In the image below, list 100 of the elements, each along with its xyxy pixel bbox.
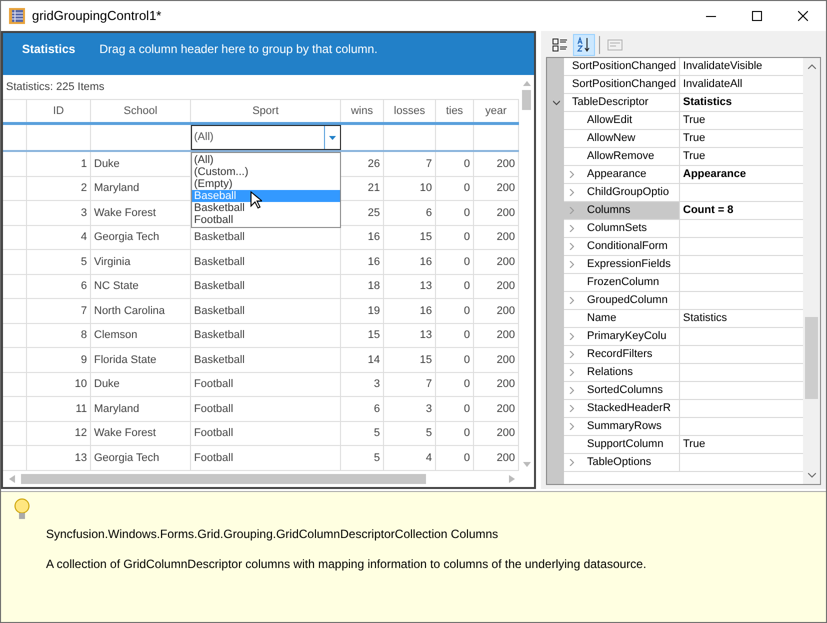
expand-chevron-icon[interactable]	[568, 207, 575, 214]
dropdown-arrow-icon	[329, 136, 336, 140]
scroll-thumb[interactable]	[21, 474, 426, 484]
table-cell-text: 16	[368, 254, 380, 270]
table-cell-text: 0	[464, 304, 470, 318]
table-cell-text: 3	[374, 377, 380, 392]
table-cell-text: 18	[368, 279, 380, 294]
expand-chevron-icon[interactable]	[568, 459, 575, 466]
table-cell-text: 0	[464, 279, 470, 294]
table-cell-text: 11	[76, 402, 87, 416]
property-value[interactable]: True	[683, 112, 706, 129]
property-value[interactable]: Count = 8	[683, 202, 734, 219]
expand-chevron-icon[interactable]	[568, 423, 575, 430]
property-name[interactable]: AllowNew	[564, 130, 680, 147]
filter-dropdown[interactable]: (All)	[191, 125, 341, 150]
property-name[interactable]: ExpressionFields	[564, 256, 680, 273]
table-cell-text: 13	[420, 328, 432, 343]
property-name[interactable]: AllowRemove	[564, 148, 680, 165]
table-cell-text: 0	[464, 206, 470, 220]
property-name[interactable]: ChildGroupOptio	[564, 184, 680, 201]
scroll-down-icon	[808, 473, 816, 478]
table-cell-text: 0	[464, 377, 470, 392]
collapse-chevron-icon[interactable]	[553, 99, 560, 106]
table-cell-text: 26	[368, 156, 380, 172]
table-cell-text: 6	[374, 402, 380, 416]
expand-chevron-icon[interactable]	[568, 243, 575, 250]
dropdown-option[interactable]: Basketball	[192, 202, 340, 214]
dropdown-option[interactable]: (Empty)	[192, 178, 340, 190]
expand-chevron-icon[interactable]	[568, 171, 575, 178]
property-name[interactable]: FrozenColumn	[564, 274, 680, 291]
table-cell-text: 16	[420, 254, 432, 270]
column-header[interactable]: wins	[341, 100, 384, 122]
property-pages-icon	[607, 38, 623, 52]
table-cell-text: 19	[368, 304, 380, 318]
table-cell-text: Georgia Tech	[94, 230, 160, 245]
table-cell-text: 200	[496, 156, 515, 172]
property-name[interactable]: ConditionalForm	[564, 238, 680, 255]
expand-chevron-icon[interactable]	[568, 189, 575, 196]
property-name[interactable]: TableDescriptor	[547, 94, 680, 111]
table-cell-text: 16	[420, 304, 432, 318]
column-header[interactable]: ties	[436, 100, 474, 122]
expand-chevron-icon[interactable]	[568, 333, 575, 340]
property-value[interactable]: True	[683, 130, 706, 147]
table-cell-text: 200	[496, 402, 515, 416]
property-name[interactable]: GroupedColumn	[564, 292, 680, 309]
property-name[interactable]: SupportColumn	[564, 436, 680, 453]
dropdown-option[interactable]: (All)	[192, 154, 340, 166]
expand-chevron-icon[interactable]	[568, 261, 575, 268]
scroll-thumb[interactable]	[805, 317, 818, 399]
table-cell-text: Maryland	[94, 402, 140, 416]
expand-chevron-icon[interactable]	[568, 297, 575, 304]
expand-chevron-icon[interactable]	[568, 225, 575, 232]
property-name[interactable]: TableOptions	[564, 454, 680, 471]
description-title: Syncfusion.Windows.Forms.Grid.Grouping.GridColumnDescriptorCollection Columns	[46, 526, 498, 543]
scroll-thumb[interactable]	[522, 90, 531, 110]
expand-chevron-icon[interactable]	[568, 405, 575, 412]
table-cell-text: NC State	[94, 279, 139, 294]
scroll-up-icon	[522, 81, 530, 86]
table-cell-text: 6	[426, 206, 432, 220]
table-cell-text: Basketball	[194, 230, 245, 245]
table-cell-text: Virginia	[94, 254, 130, 270]
scroll-right-icon	[509, 475, 515, 483]
property-value[interactable]: True	[683, 148, 706, 165]
property-value[interactable]: InvalidateAll	[683, 76, 742, 93]
property-name[interactable]: RecordFilters	[564, 346, 680, 363]
property-value[interactable]: Statistics	[683, 310, 728, 327]
expand-chevron-icon[interactable]	[568, 387, 575, 394]
property-value[interactable]: True	[683, 436, 706, 453]
toolbar-button[interactable]	[573, 34, 595, 56]
table-cell-text: 200	[496, 230, 515, 245]
dropdown-option[interactable]: (Custom...)	[192, 166, 340, 178]
property-name[interactable]: PrimaryKeyColu	[564, 328, 680, 345]
property-value[interactable]: Appearance	[683, 166, 746, 183]
table-cell-text: 200	[496, 279, 515, 294]
property-name[interactable]: AllowEdit	[564, 112, 680, 129]
property-name[interactable]: Appearance	[564, 166, 680, 183]
column-header[interactable]: School	[91, 100, 191, 122]
table-cell-text: 7	[426, 377, 432, 392]
property-name[interactable]: Relations	[564, 364, 680, 381]
property-name[interactable]: StackedHeaderR	[564, 400, 680, 417]
property-name[interactable]: Name	[564, 310, 680, 327]
column-header[interactable]: Sport	[191, 100, 341, 122]
property-value[interactable]: InvalidateVisible	[683, 58, 762, 75]
table-cell-text: Basketball	[194, 352, 245, 368]
table-cell-text: Clemson	[94, 328, 138, 343]
property-name[interactable]: SortPositionChanged	[547, 58, 680, 75]
property-scrollbar[interactable]	[803, 58, 820, 484]
property-name[interactable]: SortedColumns	[564, 382, 680, 399]
property-value[interactable]: Statistics	[683, 94, 732, 111]
expand-chevron-icon[interactable]	[568, 351, 575, 358]
expand-chevron-icon[interactable]	[568, 369, 575, 376]
property-name[interactable]: Columns	[564, 202, 680, 219]
dropdown-option[interactable]: Football	[192, 214, 340, 226]
property-name[interactable]: SortPositionChanged	[547, 76, 680, 93]
categorized-icon	[552, 38, 568, 52]
property-name[interactable]: ColumnSets	[564, 220, 680, 237]
property-name[interactable]: SummaryRows	[564, 418, 680, 435]
column-header[interactable]: ID	[27, 100, 91, 122]
column-header[interactable]: losses	[384, 100, 436, 122]
column-header[interactable]: year	[474, 100, 519, 122]
